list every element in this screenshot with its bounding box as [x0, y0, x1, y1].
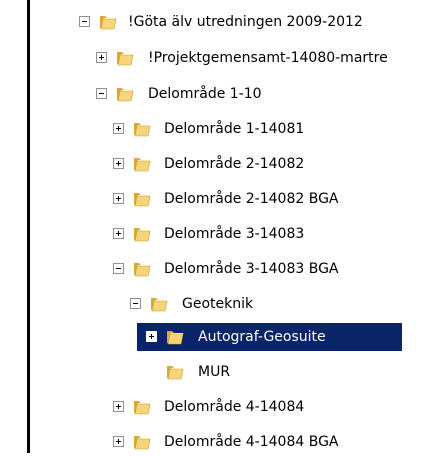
tree-node-label: !Projektgemensamt-14080-martre — [148, 50, 388, 66]
folder-icon — [116, 85, 134, 103]
expand-plus-icon[interactable] — [113, 123, 124, 134]
tree-node-delomr-de-3-14083[interactable]: Delområde 3-14083 — [0, 220, 444, 248]
folder-icon — [133, 120, 151, 138]
tree-node-label: MUR — [198, 364, 231, 380]
folder-icon — [116, 49, 134, 67]
tree-node-delomr-de-4-14084-bga[interactable]: Delområde 4-14084 BGA — [0, 428, 444, 456]
expand-plus-icon[interactable] — [96, 52, 107, 63]
tree-node-delomr-de-4-14084[interactable]: Delområde 4-14084 — [0, 393, 444, 421]
tree-node-mur[interactable]: MUR — [0, 358, 444, 386]
folder-icon — [166, 328, 184, 346]
folder-icon — [166, 363, 184, 381]
folder-icon — [133, 225, 151, 243]
expand-plus-icon[interactable] — [113, 158, 124, 169]
expand-plus-icon[interactable] — [113, 193, 124, 204]
folder-icon — [150, 295, 168, 313]
folder-icon — [133, 398, 151, 416]
expand-plus-icon[interactable] — [113, 228, 124, 239]
collapse-minus-icon[interactable] — [113, 263, 124, 274]
collapse-minus-icon[interactable] — [96, 88, 107, 99]
folder-icon — [133, 155, 151, 173]
tree-node-g-ta-lv-utredningen-2009-2012[interactable]: !Göta älv utredningen 2009-2012 — [0, 8, 444, 36]
tree-node-label: Geoteknik — [182, 296, 254, 312]
collapse-minus-icon[interactable] — [79, 16, 90, 27]
folder-icon — [133, 433, 151, 451]
expand-plus-icon[interactable] — [113, 436, 124, 447]
tree-node-label: Delområde 4-14084 — [164, 399, 305, 415]
folder-icon — [133, 190, 151, 208]
tree-node-label: Delområde 3-14083 — [164, 226, 305, 242]
folder-icon — [133, 260, 151, 278]
tree-node-label: Delområde 2-14082 BGA — [164, 191, 339, 207]
expand-plus-icon[interactable] — [146, 331, 157, 342]
tree-node-label: Delområde 2-14082 — [164, 156, 305, 172]
tree-node-label: !Göta älv utredningen 2009-2012 — [128, 14, 363, 30]
tree-node-geoteknik[interactable]: Geoteknik — [0, 290, 444, 318]
expand-plus-icon[interactable] — [113, 401, 124, 412]
tree-node-delomr-de-3-14083-bga[interactable]: Delområde 3-14083 BGA — [0, 255, 444, 283]
tree-node-delomr-de-1-10[interactable]: Delområde 1-10 — [0, 80, 444, 108]
collapse-minus-icon[interactable] — [130, 298, 141, 309]
tree-node-label: Autograf-Geosuite — [198, 329, 326, 345]
tree-node-label: Delområde 3-14083 BGA — [164, 261, 339, 277]
tree-node-label: Delområde 1-10 — [148, 86, 262, 102]
folder-icon — [99, 13, 117, 31]
tree-node-label: Delområde 1-14081 — [164, 121, 305, 137]
tree-node-delomr-de-2-14082[interactable]: Delområde 2-14082 — [0, 150, 444, 178]
tree-node-projektgemensamt-14080-martre[interactable]: !Projektgemensamt-14080-martre — [0, 44, 444, 72]
tree-node-autograf-geosuite[interactable]: Autograf-Geosuite — [0, 323, 444, 351]
tree-node-delomr-de-1-14081[interactable]: Delområde 1-14081 — [0, 115, 444, 143]
tree-node-delomr-de-2-14082-bga[interactable]: Delområde 2-14082 BGA — [0, 185, 444, 213]
folder-tree: !Göta älv utredningen 2009-2012 !Projektg… — [0, 0, 444, 453]
tree-node-label: Delområde 4-14084 BGA — [164, 434, 339, 450]
